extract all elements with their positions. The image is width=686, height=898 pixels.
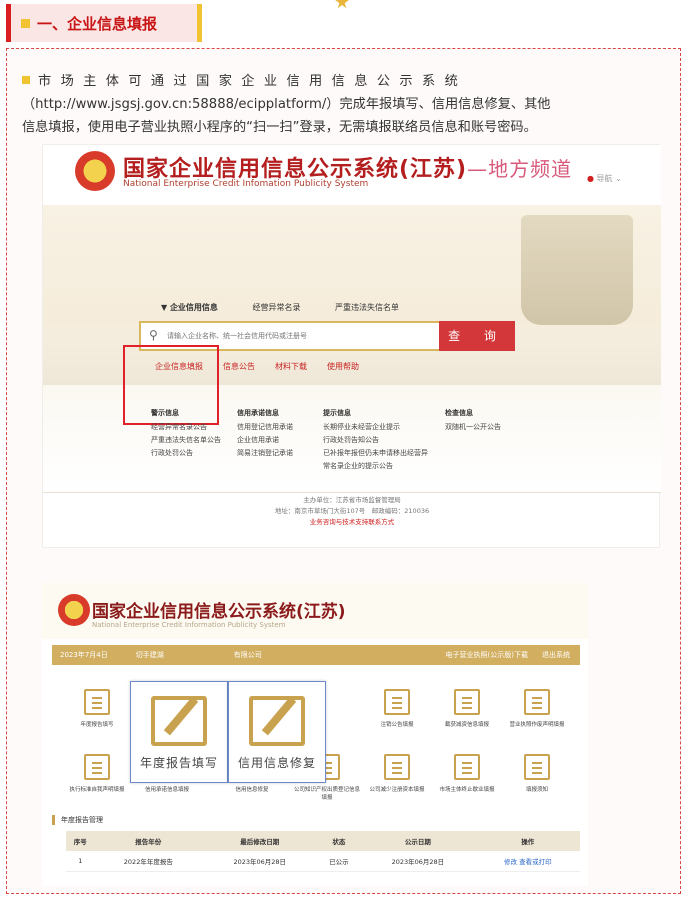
section-header: 一、企业信息填报 bbox=[6, 4, 202, 42]
document-icon bbox=[384, 689, 410, 715]
bronze-ding-illustration bbox=[521, 215, 633, 325]
column-link[interactable]: 行政处罚告知公告 bbox=[323, 434, 453, 447]
location-pin-icon: ● bbox=[587, 174, 594, 183]
national-emblem-icon bbox=[58, 594, 90, 626]
dashboard-header: 国家企业信用信息公示系统(江苏) National Enterprise Cre… bbox=[42, 583, 588, 639]
edit-icon bbox=[84, 689, 110, 715]
portal-header: 国家企业信用信息公示系统(江苏)—地方频道 National Enterpris… bbox=[43, 145, 661, 205]
tab-abnormal-list[interactable]: 经营异常名录 bbox=[252, 303, 300, 312]
tab-credit-info[interactable]: ▼ 企业信用信息 bbox=[161, 303, 218, 312]
column-link[interactable]: 常名录企业的提示公告 bbox=[323, 460, 453, 473]
section-title: 一、企业信息填报 bbox=[37, 14, 158, 33]
annual-report-big-tile[interactable]: 年度报告填写 bbox=[130, 681, 228, 783]
star-icon: ★ bbox=[334, 0, 351, 13]
license-icon bbox=[524, 689, 550, 715]
paragraph-line-3: 信息填报，使用电子营业执照小程序的“扫一扫”登录，无需填报联络员信息和账号密码。 bbox=[22, 120, 537, 135]
credit-repair-big-tile[interactable]: 信用信息修复 bbox=[228, 681, 326, 783]
divider bbox=[43, 492, 661, 493]
portal-subtitle: National Enterprise Credit Infomation Pu… bbox=[123, 179, 369, 189]
search-button[interactable]: 查 询 bbox=[439, 321, 515, 351]
column-inspection: 检查信息 双随机一公开公告 bbox=[445, 407, 575, 434]
dashboard-subtitle: National Enterprise Credit Information P… bbox=[92, 621, 286, 629]
annual-report-table: 序号 报告年份 最后修改日期 状态 公示日期 操作 1 2022年年度报告 2023年06月2… bbox=[66, 831, 580, 872]
user-bar-right[interactable]: 电子营业执照(公示版)下载 退出系统 bbox=[446, 645, 570, 665]
table-header-row: 序号 报告年份 最后修改日期 状态 公示日期 操作 bbox=[66, 831, 580, 851]
user-bar: 2023年7月4日 切手建湖 有限公司 电子营业执照(公示版)下载 退出系统 bbox=[52, 645, 580, 665]
document-icon bbox=[384, 754, 410, 780]
table-row: 1 2022年年度报告 2023年06月28日 已公示 2023年06月28日 修改 查看… bbox=[66, 851, 580, 872]
national-emblem-icon bbox=[75, 151, 115, 191]
license-void-tile[interactable]: 营业执照作废声明填报 bbox=[502, 689, 572, 728]
dashboard-title: 国家企业信用信息公示系统(江苏) bbox=[92, 602, 346, 622]
portal-footer: 主办单位：江苏省市场监督管理局 地址：南京市草场门大街107号 邮政编码：210… bbox=[43, 495, 661, 528]
capital-decrease-tile[interactable]: 公司减少注册资本填报 bbox=[362, 754, 432, 793]
paragraph-line-1: 市场主体可通过国家企业信用信息公示系统 bbox=[38, 74, 468, 89]
document-icon bbox=[454, 754, 480, 780]
portal-screenshot: 国家企业信用信息公示系统(江苏)—地方频道 National Enterpris… bbox=[42, 144, 661, 548]
search-icon: ⚲ bbox=[149, 328, 158, 342]
support-contact-link[interactable]: 业务咨询与技术支持联系方式 bbox=[43, 517, 661, 528]
search-input[interactable] bbox=[167, 328, 427, 344]
page: ★ 一、企业信息填报 市场主体可通过国家企业信用信息公示系统 （http://w… bbox=[0, 0, 686, 898]
user-bar-left: 2023年7月4日 切手建湖 有限公司 bbox=[60, 651, 262, 659]
nav-menu[interactable]: ● 导航 ⌄ bbox=[587, 173, 622, 184]
capital-reduction-tile[interactable]: 截获减资信息填报 bbox=[432, 689, 502, 728]
square-bullet-icon bbox=[21, 18, 30, 28]
link-material-download[interactable]: 材料下载 bbox=[275, 361, 307, 372]
lightbulb-icon bbox=[524, 754, 550, 780]
search-tabs: ▼ 企业信用信息 经营异常名录 严重违法失信名单 bbox=[161, 302, 431, 313]
annual-report-tile[interactable]: 年度报告填写 bbox=[62, 689, 132, 728]
termination-tile[interactable]: 市场主体终止歇业填报 bbox=[432, 754, 502, 793]
column-link[interactable]: 双随机一公开公告 bbox=[445, 421, 575, 434]
tab-dishonest-list[interactable]: 严重违法失信名单 bbox=[335, 303, 399, 312]
annual-report-section-label: 年度报告管理 bbox=[52, 815, 103, 825]
instructions-tile[interactable]: 填报须知 bbox=[502, 754, 572, 793]
edit-icon bbox=[249, 696, 305, 746]
standard-declaration-tile[interactable]: 执行标准自我声明填报 bbox=[62, 754, 132, 793]
edit-icon bbox=[454, 689, 480, 715]
dashboard-screenshot: 国家企业信用信息公示系统(江苏) National Enterprise Cre… bbox=[42, 583, 588, 886]
row-actions[interactable]: 修改 查看或打印 bbox=[475, 851, 580, 872]
square-bullet-icon bbox=[22, 76, 30, 84]
column-prompt: 提示信息 长期停业未经营企业提示 行政处罚告知公告 已补报年报但仍未申请移出经营… bbox=[323, 407, 453, 473]
edit-icon bbox=[151, 696, 207, 746]
cancel-notice-tile[interactable]: 注销公告填报 bbox=[362, 689, 432, 728]
link-usage-help[interactable]: 使用帮助 bbox=[327, 361, 359, 372]
document-icon bbox=[84, 754, 110, 780]
column-link[interactable]: 长期停业未经营企业提示 bbox=[323, 421, 453, 434]
link-info-announcement[interactable]: 信息公告 bbox=[223, 361, 255, 372]
paragraph-line-2: （http://www.jsgsj.gov.cn:58888/ecipplatf… bbox=[22, 97, 551, 112]
column-link[interactable]: 已补报年报但仍未申请移出经营异 bbox=[323, 447, 453, 460]
intro-paragraph: 市场主体可通过国家企业信用信息公示系统 （http://www.jsgsj.go… bbox=[22, 70, 662, 139]
